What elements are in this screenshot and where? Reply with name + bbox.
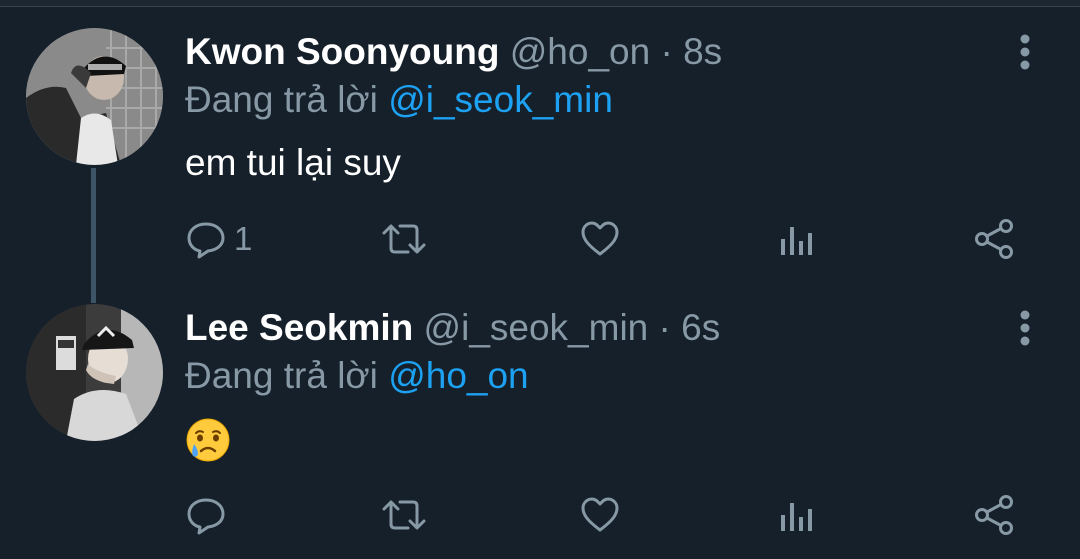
share-icon xyxy=(974,494,1016,536)
replying-to-handle[interactable]: @ho_on xyxy=(388,355,528,396)
like-icon xyxy=(580,219,620,259)
reply-button[interactable]: 1 xyxy=(186,214,252,264)
analytics-icon xyxy=(778,495,814,535)
like-button[interactable] xyxy=(580,214,620,264)
display-name[interactable]: Lee Seokmin xyxy=(185,307,413,348)
retweet-icon xyxy=(381,495,427,535)
more-icon[interactable] xyxy=(1008,310,1042,350)
retweet-button[interactable] xyxy=(381,490,427,540)
share-icon xyxy=(974,218,1016,260)
share-button[interactable] xyxy=(974,490,1016,540)
more-icon[interactable] xyxy=(1008,34,1042,74)
reply-button[interactable] xyxy=(186,490,234,540)
like-icon xyxy=(580,495,620,535)
share-button[interactable] xyxy=(974,214,1016,264)
tweet-text: em tui lại suy xyxy=(185,142,401,183)
analytics-button[interactable] xyxy=(778,490,814,540)
separator-dot: · xyxy=(660,31,673,72)
analytics-button[interactable] xyxy=(778,214,814,264)
replying-to: Đang trả lời @i_seok_min xyxy=(185,78,613,122)
tweet-header: Kwon Soonyoung @ho_on · 8s xyxy=(185,30,722,74)
replying-to-label: Đang trả lời xyxy=(185,79,378,120)
tweet-header: Lee Seokmin @i_seok_min · 6s xyxy=(185,306,720,350)
replying-to-handle[interactable]: @i_seok_min xyxy=(388,79,613,120)
retweet-button[interactable] xyxy=(381,214,427,264)
timestamp[interactable]: 8s xyxy=(683,31,722,72)
timestamp[interactable]: 6s xyxy=(681,307,720,348)
replying-to: Đang trả lời @ho_on xyxy=(185,354,529,398)
retweet-icon xyxy=(381,219,427,259)
reply-count: 1 xyxy=(234,220,253,257)
tweet-actions xyxy=(0,490,1080,540)
avatar[interactable] xyxy=(26,304,163,441)
tweet[interactable]: Lee Seokmin @i_seok_min · 6s Đang trả lờ… xyxy=(0,276,1080,556)
user-handle[interactable]: @i_seok_min xyxy=(424,307,649,348)
replying-to-label: Đang trả lời xyxy=(185,355,378,396)
avatar[interactable] xyxy=(26,28,163,165)
tweet-actions: 1 xyxy=(0,214,1080,264)
crying-face-emoji xyxy=(183,416,233,466)
tweet[interactable]: Kwon Soonyoung @ho_on · 8s Đang trả lời … xyxy=(0,0,1080,280)
separator-dot: · xyxy=(658,307,671,348)
analytics-icon xyxy=(778,219,814,259)
display-name[interactable]: Kwon Soonyoung xyxy=(185,31,499,72)
user-handle[interactable]: @ho_on xyxy=(510,31,650,72)
like-button[interactable] xyxy=(580,490,620,540)
reply-icon xyxy=(186,495,226,535)
reply-icon xyxy=(186,219,226,259)
